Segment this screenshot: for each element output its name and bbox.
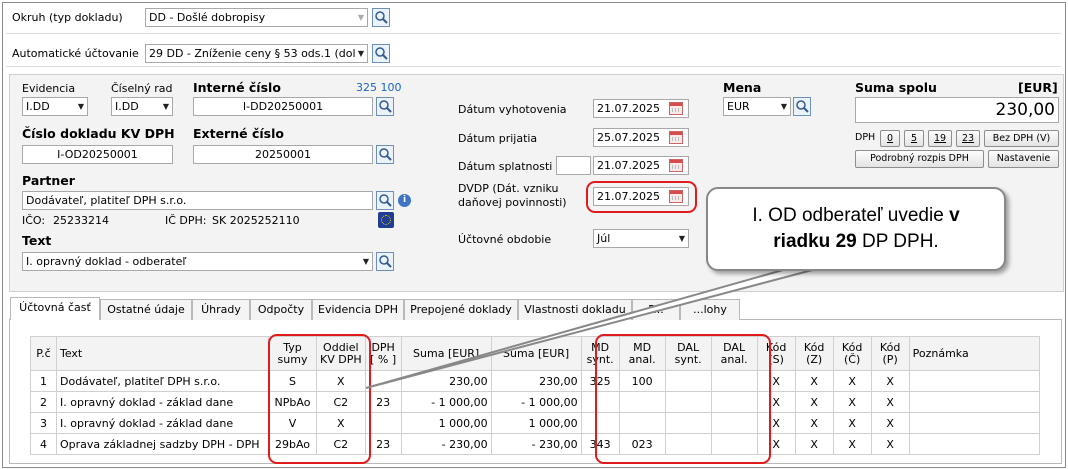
callout-text: I. OD odberateľ uvedie v riadku 29 DP DP… bbox=[708, 203, 1004, 255]
callout-line1-bold: v bbox=[949, 205, 960, 226]
callout-note: I. OD odberateľ uvedie v riadku 29 DP DP… bbox=[706, 187, 1006, 271]
callout-line2-bold: riadku 29 bbox=[773, 231, 857, 252]
callout-line2-text: DP DPH. bbox=[856, 231, 939, 252]
callout-line1-text: I. OD odberateľ uvedie bbox=[752, 205, 950, 226]
